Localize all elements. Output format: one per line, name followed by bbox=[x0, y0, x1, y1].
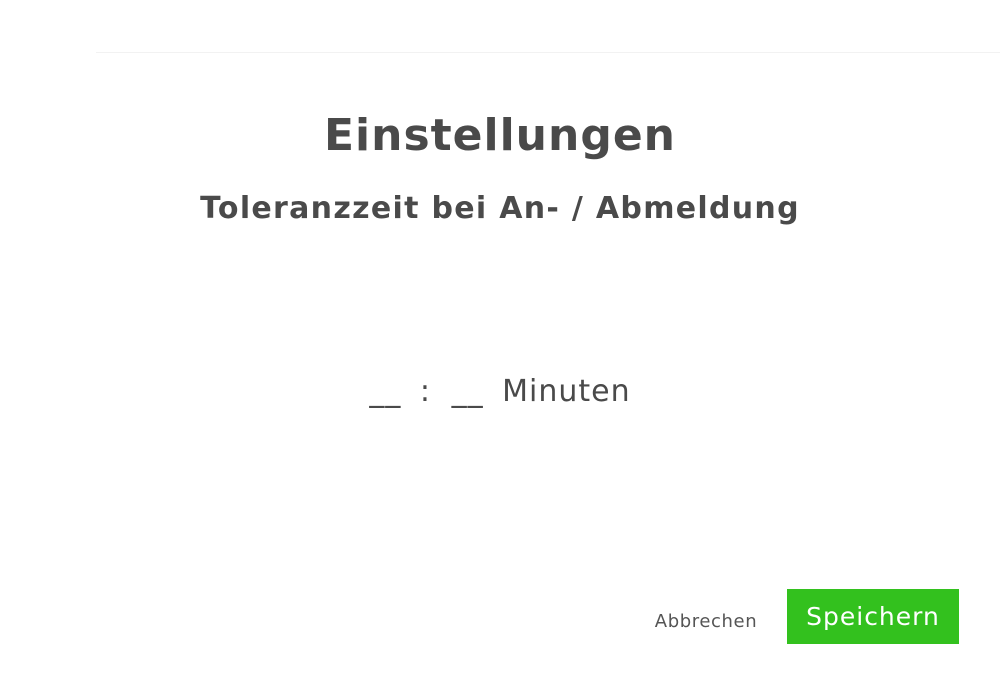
save-button[interactable]: Speichern bbox=[787, 589, 959, 644]
time-unit-label: Minuten bbox=[502, 374, 631, 409]
time-separator: : bbox=[419, 374, 432, 409]
hours-field[interactable]: __ bbox=[369, 374, 400, 410]
tolerance-time-input: __ : __ Minuten bbox=[0, 374, 1000, 410]
page-title: Einstellungen bbox=[323, 110, 676, 161]
minutes-field[interactable]: __ bbox=[452, 374, 483, 410]
setting-subtitle: Toleranzzeit bei An- / Abmeldung bbox=[200, 191, 800, 226]
cancel-button[interactable]: Abbrechen bbox=[650, 606, 762, 638]
top-divider bbox=[96, 52, 1000, 53]
